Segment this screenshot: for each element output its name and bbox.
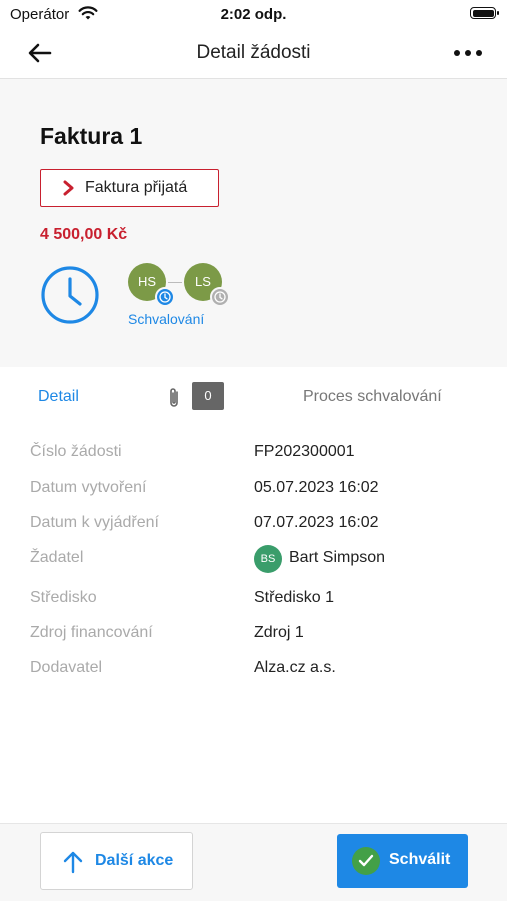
tab-detail[interactable]: Detail [38, 388, 79, 406]
status-time: 2:02 odp. [220, 6, 287, 23]
field-value: Alza.cz a.s. [254, 659, 336, 676]
status-text: Faktura přijatá [85, 179, 188, 196]
approval-link[interactable]: Schvalování [128, 311, 204, 327]
field-label: Číslo žádosti [30, 443, 122, 460]
clock-icon [214, 291, 226, 303]
field-value: 05.07.2023 16:02 [254, 479, 379, 496]
request-header: Faktura 1 Faktura přijatá 4 500,00 Kč HS… [0, 79, 507, 367]
field-label: Dodavatel [30, 659, 103, 676]
avatar: BS [254, 545, 282, 573]
field-label: Žadatel [30, 549, 84, 566]
paperclip-icon[interactable] [166, 386, 182, 410]
request-amount: 4 500,00 Kč [40, 226, 128, 243]
more-actions-label: Další akce [95, 852, 174, 869]
clock-icon [41, 266, 99, 324]
approver-status-badge [210, 287, 230, 307]
chevron-right-icon [63, 180, 74, 196]
tab-bar: Detail 0 Proces schvalování [0, 368, 507, 424]
field-label: Datum k vyjádření [30, 514, 159, 531]
requester-name: Bart Simpson [289, 549, 386, 566]
action-bar: Další akce Schválit [0, 823, 507, 901]
attachments-count-badge[interactable]: 0 [192, 382, 224, 410]
clock-icon [159, 291, 171, 303]
field-label: Středisko [30, 589, 97, 606]
field-label: Zdroj financování [30, 624, 153, 641]
page-title: Detail žádosti [196, 42, 311, 63]
approve-label: Schválit [389, 851, 451, 868]
field-value: Středisko 1 [254, 589, 335, 606]
approve-button[interactable]: Schválit [337, 834, 468, 888]
status-bar: Operátor 2:02 odp. [0, 0, 507, 28]
navigation-bar: Detail žádosti [0, 28, 507, 79]
approver-status-badge [155, 287, 175, 307]
more-horizontal-icon [454, 50, 482, 56]
field-value: Zdroj 1 [254, 624, 304, 641]
field-value: 07.07.2023 16:02 [254, 514, 379, 531]
more-options-button[interactable] [452, 40, 484, 66]
field-label: Datum vytvoření [30, 479, 147, 496]
check-circle-icon [352, 847, 380, 875]
arrow-up-icon [63, 851, 83, 874]
more-actions-button[interactable]: Další akce [40, 832, 193, 890]
tab-approval-process[interactable]: Proces schvalování [303, 388, 442, 406]
battery-icon [470, 7, 499, 19]
field-value: FP202300001 [254, 443, 355, 460]
request-title: Faktura 1 [40, 123, 143, 149]
status-badge: Faktura přijatá [40, 169, 219, 207]
approver-connector [168, 282, 182, 283]
